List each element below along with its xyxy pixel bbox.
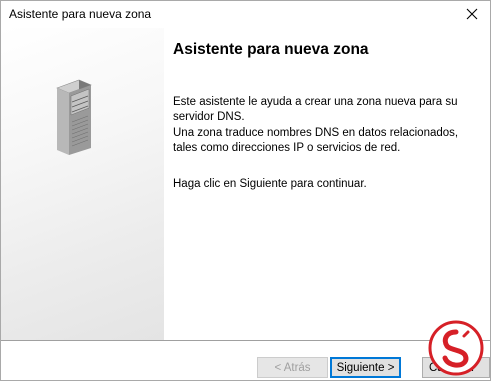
next-button[interactable]: Siguiente > (330, 357, 401, 378)
zone-info-paragraph: Una zona traduce nombres DNS en datos re… (173, 127, 459, 154)
wizard-side-panel (1, 28, 164, 340)
close-button[interactable] (454, 1, 490, 27)
window-title: Asistente para nueva zona (9, 7, 152, 21)
continue-instruction: Haga clic en Siguiente para continuar. (173, 178, 367, 190)
back-button[interactable]: < Atrás (257, 357, 328, 378)
server-icon (56, 79, 92, 155)
title-bar: Asistente para nueva zona (1, 1, 490, 27)
button-bar: < Atrás Siguiente > Cancelar (1, 357, 490, 379)
wizard-window: Asistente para nueva zona Asistente para… (0, 0, 491, 381)
button-separator (1, 340, 490, 341)
close-icon (466, 8, 478, 20)
watermark-logo (428, 320, 484, 376)
page-title: Asistente para nueva zona (173, 41, 369, 58)
description-paragraph: Este asistente le ayuda a crear una zona… (173, 96, 458, 123)
